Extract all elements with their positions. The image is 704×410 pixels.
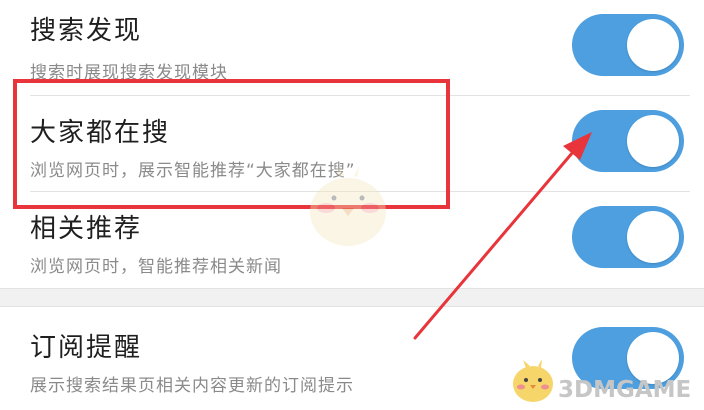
logo-mascot-icon xyxy=(513,359,553,402)
mascot-watermark-icon xyxy=(310,165,386,246)
watermark-text: 3DMGAME xyxy=(558,377,692,403)
